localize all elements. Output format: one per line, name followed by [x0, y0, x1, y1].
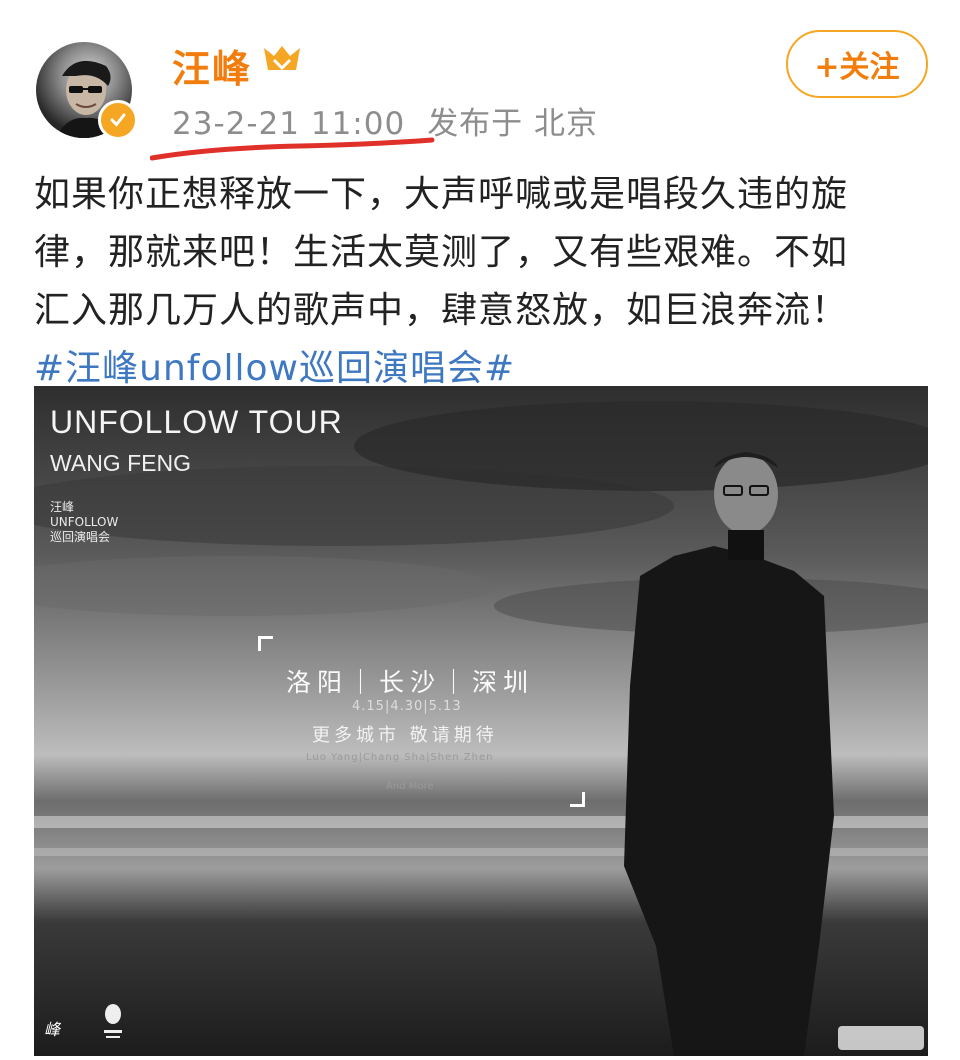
red-underline: [150, 137, 435, 161]
corner-bracket: [570, 792, 585, 807]
studio-logo-icon: [100, 1002, 126, 1046]
poster-small-label: 汪峰 UNFOLLOW 巡回演唱会: [50, 500, 118, 545]
poster-dates: 4.15|4.30|5.13: [352, 699, 462, 714]
member-badge-icon[interactable]: [262, 44, 302, 82]
poster-small-tour: UNFOLLOW: [50, 515, 119, 529]
poster-artist: WANG FENG: [50, 450, 191, 476]
verified-icon: [98, 100, 138, 140]
avatar[interactable]: [36, 42, 138, 140]
corner-bracket: [258, 636, 273, 651]
post-location: 发布于 北京: [427, 106, 599, 142]
post-text-line: 律，那就来吧！生活太莫测了，又有些艰难。不如: [34, 232, 849, 273]
username[interactable]: 汪峰: [172, 38, 252, 93]
poster-title: UNFOLLOW TOUR: [50, 404, 343, 440]
poster-and-more: And More: [386, 781, 434, 792]
post-image[interactable]: UNFOLLOW TOUR WANG FENG 汪峰 UNFOLLOW 巡回演唱…: [34, 386, 928, 1056]
poster-small-sub: 巡回演唱会: [50, 530, 111, 544]
follow-button[interactable]: +关注: [786, 30, 928, 98]
post-content: 如果你正想释放一下，大声呼喊或是唱段久违的旋 律，那就来吧！生活太莫测了，又有些…: [34, 166, 934, 398]
poster-small-name: 汪峰: [50, 500, 75, 514]
poster-cities: 洛阳｜长沙｜深圳: [286, 668, 535, 697]
watermark: [838, 1026, 924, 1050]
signature-logo: 峰: [44, 1020, 61, 1039]
post-text-line: 汇入那几万人的歌声中，肆意怒放，如巨浪奔流！: [34, 290, 849, 331]
poster-more-cities: 更多城市 敬请期待: [312, 725, 498, 746]
post-text-line: 如果你正想释放一下，大声呼喊或是唱段久违的旋: [34, 174, 849, 215]
poster-pinyin: Luo Yang|Chang Sha|Shen Zhen: [306, 752, 494, 763]
